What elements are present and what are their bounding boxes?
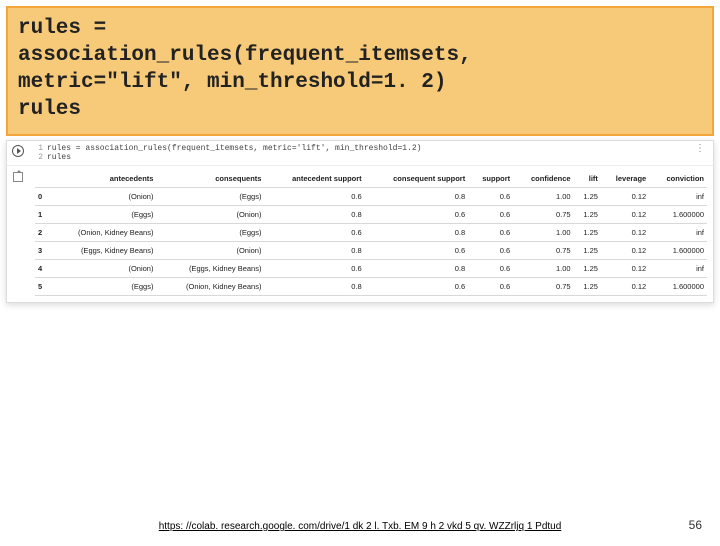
page-number: 56: [689, 518, 702, 532]
cell-conviction: inf: [649, 187, 707, 205]
cell-confidence: 0.75: [513, 205, 573, 223]
cell-support: 0.6: [468, 205, 513, 223]
table-row: 1(Eggs)(Onion)0.80.60.60.751.250.121.600…: [35, 205, 707, 223]
cell-antecedent-support: 0.8: [264, 205, 364, 223]
line-number: 1: [33, 144, 43, 153]
cell-consequent-support: 0.6: [365, 205, 469, 223]
col-antecedent-support: antecedent support: [264, 170, 364, 188]
cell-consequents: (Onion): [156, 205, 264, 223]
col-conviction: conviction: [649, 170, 707, 188]
cell-index: 0: [35, 187, 48, 205]
cell-consequents: (Onion, Kidney Beans): [156, 277, 264, 295]
cell-lift: 1.25: [574, 187, 601, 205]
table-row: 0(Onion)(Eggs)0.60.80.61.001.250.12inf: [35, 187, 707, 205]
col-index: [35, 170, 48, 188]
cell-output: antecedents consequents antecedent suppo…: [7, 166, 713, 302]
table-row: 5(Eggs)(Onion, Kidney Beans)0.80.60.60.7…: [35, 277, 707, 295]
cell-antecedents: (Onion, Kidney Beans): [48, 223, 156, 241]
cell-confidence: 1.00: [513, 259, 573, 277]
cell-consequents: (Onion): [156, 241, 264, 259]
cell-consequent-support: 0.6: [365, 277, 469, 295]
cell-antecedent-support: 0.8: [264, 241, 364, 259]
code-line: association_rules(frequent_itemsets,: [18, 43, 702, 70]
output-collapse-icon[interactable]: [13, 172, 23, 182]
col-consequent-support: consequent support: [365, 170, 469, 188]
cell-support: 0.6: [468, 277, 513, 295]
cell-index: 2: [35, 223, 48, 241]
cell-antecedents: (Eggs): [48, 277, 156, 295]
cell-consequent-support: 0.6: [365, 241, 469, 259]
cell-conviction: 1.600000: [649, 277, 707, 295]
table-header-row: antecedents consequents antecedent suppo…: [35, 170, 707, 188]
dataframe-table: antecedents consequents antecedent suppo…: [35, 170, 707, 296]
cell-menu-icon[interactable]: ⋮: [695, 143, 707, 155]
col-leverage: leverage: [601, 170, 649, 188]
table-row: 2(Onion, Kidney Beans)(Eggs)0.60.80.61.0…: [35, 223, 707, 241]
cell-antecedent-support: 0.6: [264, 187, 364, 205]
cell-conviction: 1.600000: [649, 241, 707, 259]
cell-support: 0.6: [468, 241, 513, 259]
cell-antecedents: (Eggs, Kidney Beans): [48, 241, 156, 259]
cell-index: 5: [35, 277, 48, 295]
cell-code-line: rules = association_rules(frequent_items…: [47, 144, 421, 153]
colab-output-panel: ⋮ 1 rules = association_rules(frequent_it…: [6, 140, 714, 303]
run-cell-icon[interactable]: [12, 145, 24, 157]
cell-lift: 1.25: [574, 277, 601, 295]
cell-leverage: 0.12: [601, 187, 649, 205]
line-number: 2: [33, 153, 43, 162]
cell-antecedents: (Onion): [48, 259, 156, 277]
cell-confidence: 0.75: [513, 277, 573, 295]
cell-conviction: inf: [649, 223, 707, 241]
cell-lift: 1.25: [574, 259, 601, 277]
cell-consequent-support: 0.8: [365, 259, 469, 277]
cell-consequents: (Eggs): [156, 223, 264, 241]
col-confidence: confidence: [513, 170, 573, 188]
cell-leverage: 0.12: [601, 241, 649, 259]
cell-index: 3: [35, 241, 48, 259]
cell-antecedent-support: 0.8: [264, 277, 364, 295]
cell-confidence: 1.00: [513, 223, 573, 241]
code-line: rules: [18, 97, 702, 124]
col-support: support: [468, 170, 513, 188]
col-antecedents: antecedents: [48, 170, 156, 188]
cell-consequents: (Eggs): [156, 187, 264, 205]
cell-support: 0.6: [468, 259, 513, 277]
cell-antecedents: (Eggs): [48, 205, 156, 223]
cell-leverage: 0.12: [601, 259, 649, 277]
code-cell[interactable]: ⋮ 1 rules = association_rules(frequent_it…: [7, 141, 713, 166]
cell-index: 1: [35, 205, 48, 223]
cell-support: 0.6: [468, 223, 513, 241]
code-excerpt: rules = association_rules(frequent_items…: [6, 6, 714, 136]
cell-code-line: rules: [47, 153, 71, 162]
cell-antecedents: (Onion): [48, 187, 156, 205]
cell-lift: 1.25: [574, 223, 601, 241]
cell-consequent-support: 0.8: [365, 187, 469, 205]
code-line: metric="lift", min_threshold=1. 2): [18, 70, 702, 97]
cell-confidence: 1.00: [513, 187, 573, 205]
cell-conviction: 1.600000: [649, 205, 707, 223]
cell-leverage: 0.12: [601, 277, 649, 295]
cell-index: 4: [35, 259, 48, 277]
cell-antecedent-support: 0.6: [264, 223, 364, 241]
cell-lift: 1.25: [574, 241, 601, 259]
col-consequents: consequents: [156, 170, 264, 188]
cell-consequents: (Eggs, Kidney Beans): [156, 259, 264, 277]
cell-support: 0.6: [468, 187, 513, 205]
footer-link-wrap: https: //colab. research.google. com/dri…: [0, 521, 720, 532]
table-row: 4(Onion)(Eggs, Kidney Beans)0.60.80.61.0…: [35, 259, 707, 277]
cell-consequent-support: 0.8: [365, 223, 469, 241]
footer-link[interactable]: https: //colab. research.google. com/dri…: [159, 521, 562, 532]
cell-lift: 1.25: [574, 205, 601, 223]
cell-leverage: 0.12: [601, 223, 649, 241]
col-lift: lift: [574, 170, 601, 188]
cell-confidence: 0.75: [513, 241, 573, 259]
cell-leverage: 0.12: [601, 205, 649, 223]
cell-conviction: inf: [649, 259, 707, 277]
cell-antecedent-support: 0.6: [264, 259, 364, 277]
table-row: 3(Eggs, Kidney Beans)(Onion)0.80.60.60.7…: [35, 241, 707, 259]
code-line: rules =: [18, 16, 702, 43]
